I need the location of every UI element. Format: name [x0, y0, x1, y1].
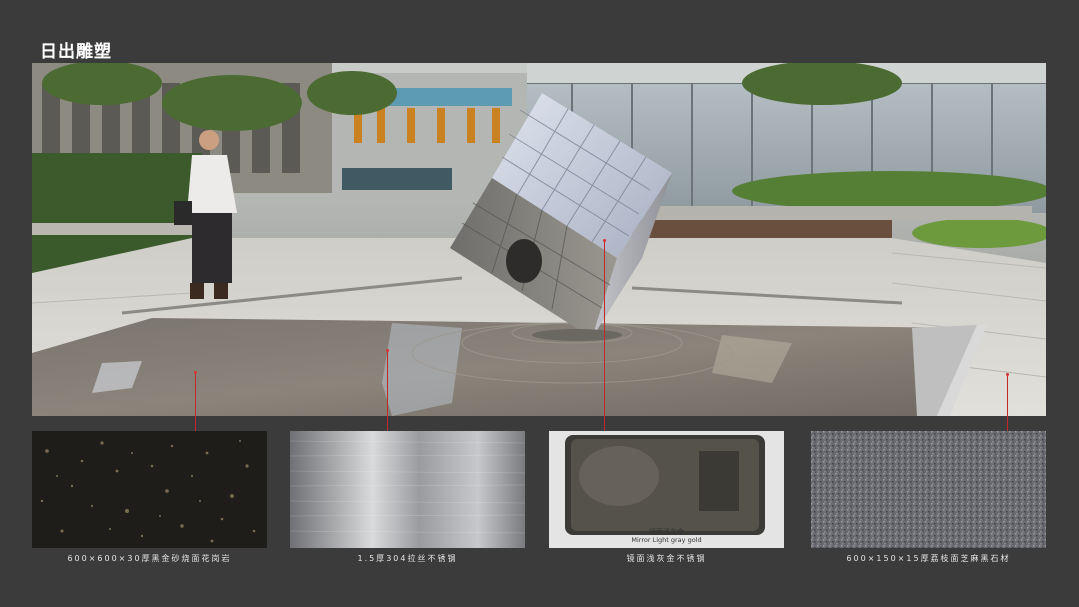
- caption-sesame-stone: 600×150×15厚荔枝面芝麻黑石材: [846, 554, 1011, 563]
- caption-mirror-steel: 镜面浅灰金不锈钢: [626, 554, 707, 563]
- brushed-steel-swatch: [290, 431, 525, 548]
- page-title: 日出雕塑: [40, 42, 112, 62]
- leader-dot-2: [386, 349, 389, 352]
- sculpture-render-image: [32, 63, 1046, 416]
- mirror-steel-label-2: Mirror Light gray gold: [631, 536, 702, 544]
- page: 日出雕塑 镜面浅灰金 Mirror Light gray gold 600×60…: [0, 0, 1079, 607]
- leader-line-4: [1007, 374, 1008, 431]
- leader-line-3: [604, 240, 605, 431]
- caption-granite: 600×600×30厚黑金砂烧面花岗岩: [67, 554, 232, 563]
- leader-dot-3: [603, 239, 606, 242]
- caption-brushed-steel: 1.5厚304拉丝不锈钢: [357, 554, 458, 563]
- leader-dot-4: [1006, 373, 1009, 376]
- sesame-black-stone-swatch: [811, 431, 1046, 548]
- render-illustration: [32, 63, 1046, 416]
- leader-dot-1: [194, 371, 197, 374]
- leader-line-2: [387, 350, 388, 431]
- leader-line-1: [195, 372, 196, 431]
- black-gold-granite-swatch: [32, 431, 267, 548]
- mirror-steel-swatch: 镜面浅灰金 Mirror Light gray gold: [549, 431, 784, 548]
